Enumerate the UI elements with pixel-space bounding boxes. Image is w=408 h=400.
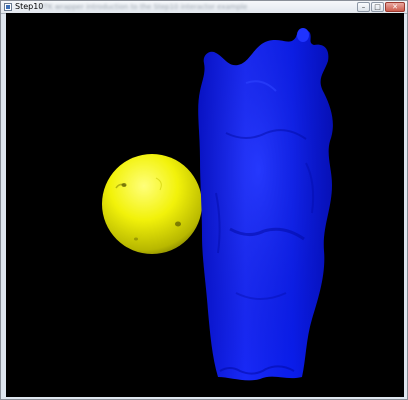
yellow-sphere[interactable] [102, 154, 202, 254]
app-window: Step10 VTK wrapper introduction to the S… [0, 0, 408, 400]
minimize-button[interactable]: – [357, 2, 370, 12]
window-controls: – □ ✕ [357, 2, 405, 12]
render-viewport[interactable] [6, 13, 404, 397]
window-subtitle-blurred: VTK wrapper introduction to the Step10 i… [39, 3, 248, 11]
maximize-button[interactable]: □ [371, 2, 384, 12]
close-button[interactable]: ✕ [385, 2, 405, 12]
app-icon [4, 3, 12, 11]
blue-mesh[interactable] [198, 28, 333, 381]
render-scene [102, 28, 333, 381]
